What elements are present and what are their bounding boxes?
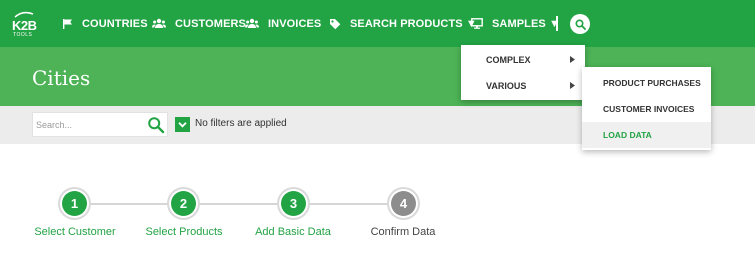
step-connector xyxy=(196,203,281,205)
chevron-right-icon xyxy=(570,82,575,89)
nav-samples[interactable]: SAMPLES ▼ xyxy=(471,0,560,47)
step-3-circle[interactable]: 3 xyxy=(281,191,306,216)
nav-customers[interactable]: CUSTOMERS xyxy=(152,0,246,47)
users-icon xyxy=(245,18,259,28)
search-box xyxy=(32,112,168,137)
step-1-circle[interactable]: 1 xyxy=(62,191,87,216)
check-icon xyxy=(178,122,187,128)
step-3-label[interactable]: Add Basic Data xyxy=(255,226,331,238)
logo-subtext: TOOLS xyxy=(13,32,33,38)
nav-invoices-label: INVOICES xyxy=(268,17,322,30)
nav-divider xyxy=(556,16,558,31)
step-1-label[interactable]: Select Customer xyxy=(34,226,115,238)
tag-icon xyxy=(330,18,341,29)
step-connector xyxy=(86,203,169,205)
nav-search-products[interactable]: SEARCH PRODUCTS ▼ xyxy=(329,0,477,47)
menu-item-label: COMPLEX xyxy=(486,55,531,65)
menu-item-label: LOAD DATA xyxy=(603,130,652,140)
nav-countries-label: COUNTRIES xyxy=(82,17,148,30)
page-title: Cities xyxy=(32,66,91,90)
menu-item-label: VARIOUS xyxy=(486,81,527,91)
menu-item-label: PRODUCT PURCHASES xyxy=(603,78,701,88)
logo-text: K2B xyxy=(12,18,37,33)
monitor-icon xyxy=(471,18,483,29)
filter-toggle-checkbox[interactable] xyxy=(175,117,190,132)
samples-dropdown-menu: COMPLEX VARIOUS xyxy=(461,45,585,100)
nav-invoices[interactable]: INVOICES xyxy=(245,0,321,47)
step-2-label[interactable]: Select Products xyxy=(145,226,222,238)
search-input[interactable] xyxy=(36,117,136,132)
menu-item-various[interactable]: VARIOUS xyxy=(461,73,585,99)
search-icon xyxy=(574,18,586,30)
k2b-logo[interactable]: K2B TOOLS xyxy=(12,9,38,39)
chevron-right-icon xyxy=(570,56,575,63)
menu-item-product-purchases[interactable]: PRODUCT PURCHASES xyxy=(582,70,711,96)
filter-status-text: No filters are applied xyxy=(195,118,287,129)
nav-search-products-label: SEARCH PRODUCTS ▼ xyxy=(350,17,477,30)
nav-countries[interactable]: COUNTRIES xyxy=(62,0,148,47)
menu-item-load-data[interactable]: LOAD DATA xyxy=(582,122,711,148)
users-icon xyxy=(152,18,166,28)
step-4-circle[interactable]: 4 xyxy=(391,191,416,216)
search-icon[interactable] xyxy=(147,116,165,134)
menu-item-label: CUSTOMER INVOICES xyxy=(603,104,695,114)
flag-icon xyxy=(63,19,72,29)
global-search-button[interactable] xyxy=(570,14,590,34)
step-connector xyxy=(306,203,391,205)
menu-item-customer-invoices[interactable]: CUSTOMER INVOICES xyxy=(582,96,711,122)
step-2-circle[interactable]: 2 xyxy=(171,191,196,216)
step-4-label[interactable]: Confirm Data xyxy=(371,226,436,238)
nav-customers-label: CUSTOMERS xyxy=(175,17,246,30)
various-submenu: PRODUCT PURCHASES CUSTOMER INVOICES LOAD… xyxy=(582,67,711,150)
nav-samples-label: SAMPLES ▼ xyxy=(492,17,561,30)
menu-item-complex[interactable]: COMPLEX xyxy=(461,47,585,73)
